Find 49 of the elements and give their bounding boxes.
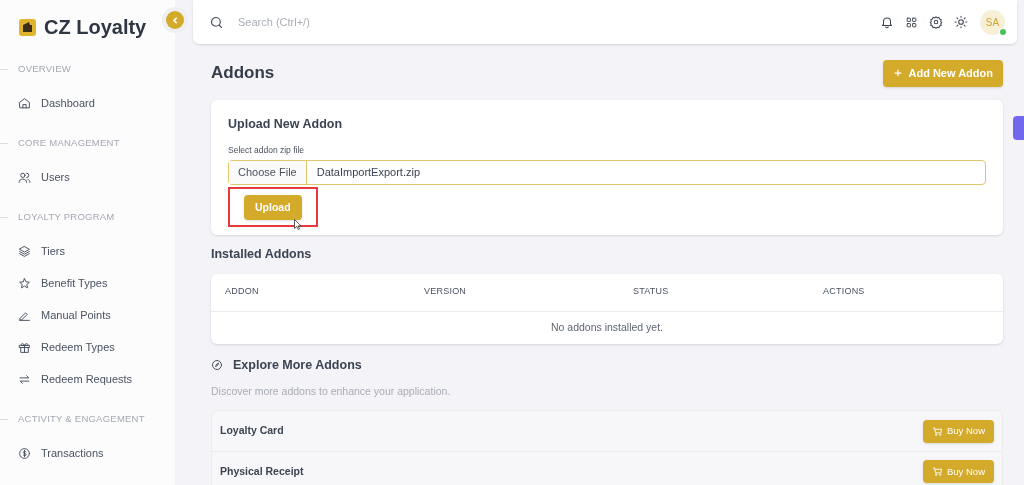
logo-icon — [19, 18, 36, 36]
column-header: STATUS — [633, 285, 670, 299]
field-label: Select addon zip file — [228, 143, 306, 157]
column-header: VERSION — [424, 285, 468, 299]
empty-message: No addons installed yet. — [550, 319, 664, 335]
section-subtitle: Discover more addons to enhance your application. — [211, 384, 452, 400]
sidebar-item[interactable]: Dashboard — [0, 87, 175, 119]
section-title: Installed Addons — [211, 245, 313, 263]
sidebar-item[interactable]: Users — [0, 161, 175, 193]
grid-icon[interactable] — [905, 15, 918, 29]
compass-icon — [211, 359, 223, 371]
home-icon — [18, 96, 31, 110]
choose-file-button[interactable]: Choose File — [229, 160, 307, 184]
column-header: ACTIONS — [823, 285, 866, 299]
sidebar-item[interactable]: Tiers — [0, 235, 175, 267]
search-icon — [209, 14, 224, 30]
sidebar-item[interactable]: Manual Points — [0, 299, 175, 331]
file-input-field[interactable]: Choose File DataImportExport.zip — [228, 159, 986, 185]
section-title: Explore More Addons — [233, 356, 362, 374]
section-heading: CORE MANAGEMENT — [18, 135, 120, 150]
layers-icon — [18, 244, 31, 258]
gift-icon — [18, 340, 31, 354]
dollar-icon — [18, 446, 31, 460]
cart-icon — [932, 466, 943, 478]
sidebar-item[interactable]: Transactions — [0, 437, 175, 469]
sidebar-item[interactable]: Benefit Types — [0, 267, 175, 299]
section-heading: OVERVIEW — [18, 61, 71, 76]
plus-icon — [893, 68, 904, 78]
arrows-icon — [18, 372, 31, 386]
settings-icon[interactable] — [929, 15, 943, 29]
cursor-icon — [294, 218, 302, 230]
cart-icon — [932, 425, 943, 437]
addon-name: Physical Receipt — [220, 463, 304, 479]
star-icon — [18, 276, 31, 290]
section-heading: LOYALTY PROGRAM — [18, 209, 115, 224]
file-name: DataImportExport.zip — [315, 164, 422, 180]
card-title: Upload New Addon — [228, 116, 344, 133]
section-heading: ACTIVITY & ENGAGEMENT — [18, 411, 145, 426]
search-input[interactable]: Search (Ctrl+/) — [238, 13, 880, 31]
addon-name: Loyalty Card — [220, 423, 284, 439]
bell-icon[interactable] — [880, 15, 894, 29]
users-icon — [18, 170, 31, 184]
sidebar-item[interactable]: Redeem Requests — [0, 363, 175, 395]
chevron-left-icon — [170, 15, 180, 25]
sidebar-item[interactable]: Redeem Types — [0, 331, 175, 363]
sun-icon[interactable] — [954, 15, 968, 29]
column-header: ADDON — [225, 285, 260, 299]
brand-name: CZ Loyalty — [44, 15, 147, 40]
page-title: Addons — [211, 62, 275, 85]
